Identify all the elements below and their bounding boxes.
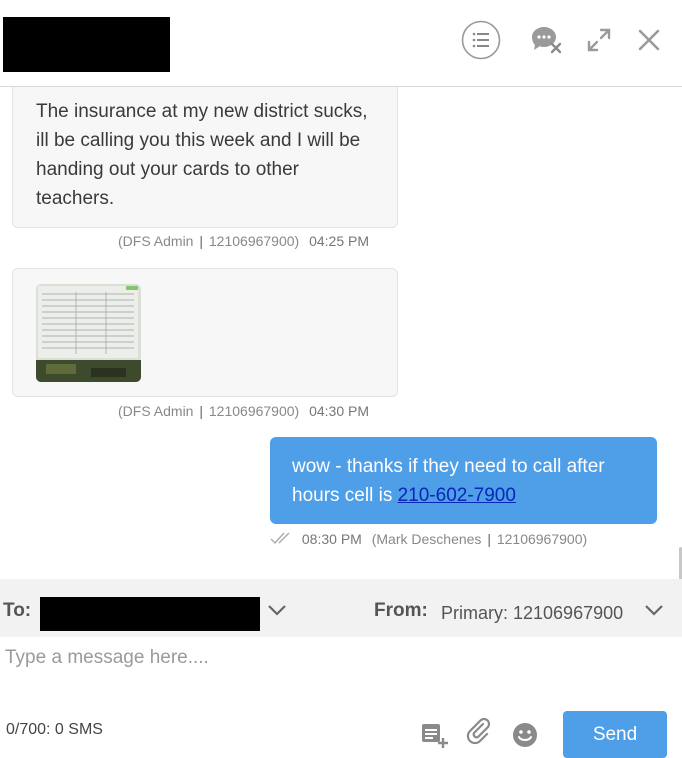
meta-separator: | bbox=[199, 233, 203, 249]
message-meta: (DFS Admin | 12106967900) 04:25 PM bbox=[118, 233, 369, 249]
meta-separator: | bbox=[199, 403, 203, 419]
list-button[interactable] bbox=[461, 20, 501, 60]
to-label: To: bbox=[3, 600, 32, 621]
chat-close-icon bbox=[528, 22, 564, 58]
close-button[interactable] bbox=[629, 20, 669, 60]
message-number: 12106967900) bbox=[208, 403, 300, 419]
double-check-icon bbox=[270, 531, 298, 547]
message-text: wow - thanks if they need to call after … bbox=[270, 437, 657, 510]
template-button[interactable] bbox=[420, 723, 448, 751]
message-time: 04:30 PM bbox=[309, 403, 370, 419]
list-icon bbox=[461, 20, 501, 60]
send-button[interactable]: Send bbox=[563, 711, 667, 758]
redacted-recipient[interactable] bbox=[40, 597, 260, 631]
image-thumbnail[interactable] bbox=[36, 284, 141, 382]
incoming-image-message bbox=[12, 268, 398, 397]
outgoing-message: wow - thanks if they need to call after … bbox=[270, 437, 657, 524]
message-sender: (DFS Admin bbox=[118, 403, 194, 419]
message-time: 04:25 PM bbox=[309, 233, 370, 249]
message-list[interactable]: The insurance at my new district sucks, … bbox=[0, 87, 682, 579]
message-meta: (DFS Admin | 12106967900) 04:30 PM bbox=[118, 403, 369, 419]
from-label: From: bbox=[374, 600, 428, 621]
paperclip-icon bbox=[465, 717, 493, 751]
recipient-bar: To: From: Primary: 12106967900 bbox=[0, 579, 682, 637]
emoji-button[interactable] bbox=[511, 721, 539, 754]
close-icon bbox=[637, 28, 661, 52]
smiley-icon bbox=[511, 721, 539, 754]
message-input[interactable]: Type a message here.... bbox=[5, 647, 209, 669]
to-chevron-down-icon[interactable] bbox=[266, 603, 288, 622]
attach-button[interactable] bbox=[465, 717, 493, 751]
compose-area: Type a message here.... 0/700: 0 SMS Sen… bbox=[0, 637, 682, 758]
from-chevron-down-icon[interactable] bbox=[643, 603, 665, 622]
end-chat-button[interactable] bbox=[526, 20, 566, 60]
redacted-contact-name bbox=[3, 17, 170, 72]
message-text: The insurance at my new district sucks, … bbox=[36, 101, 368, 209]
expand-button[interactable] bbox=[579, 20, 619, 60]
message-sender: (Mark Deschenes bbox=[371, 531, 482, 547]
message-meta: 08:30 PM (Mark Deschenes | 12106967900) bbox=[270, 531, 587, 547]
message-time: 08:30 PM bbox=[301, 531, 362, 547]
phone-link[interactable]: 210-602-7900 bbox=[398, 485, 516, 506]
message-number: 12106967900) bbox=[496, 531, 588, 547]
from-value[interactable]: Primary: 12106967900 bbox=[441, 603, 623, 624]
add-note-icon bbox=[420, 721, 448, 754]
chat-header bbox=[0, 0, 682, 87]
message-number: 12106967900) bbox=[208, 233, 300, 249]
expand-icon bbox=[586, 27, 612, 53]
incoming-message: The insurance at my new district sucks, … bbox=[12, 87, 398, 228]
character-counter: 0/700: 0 SMS bbox=[6, 721, 103, 738]
message-sender: (DFS Admin bbox=[118, 233, 194, 249]
meta-separator: | bbox=[487, 531, 491, 547]
